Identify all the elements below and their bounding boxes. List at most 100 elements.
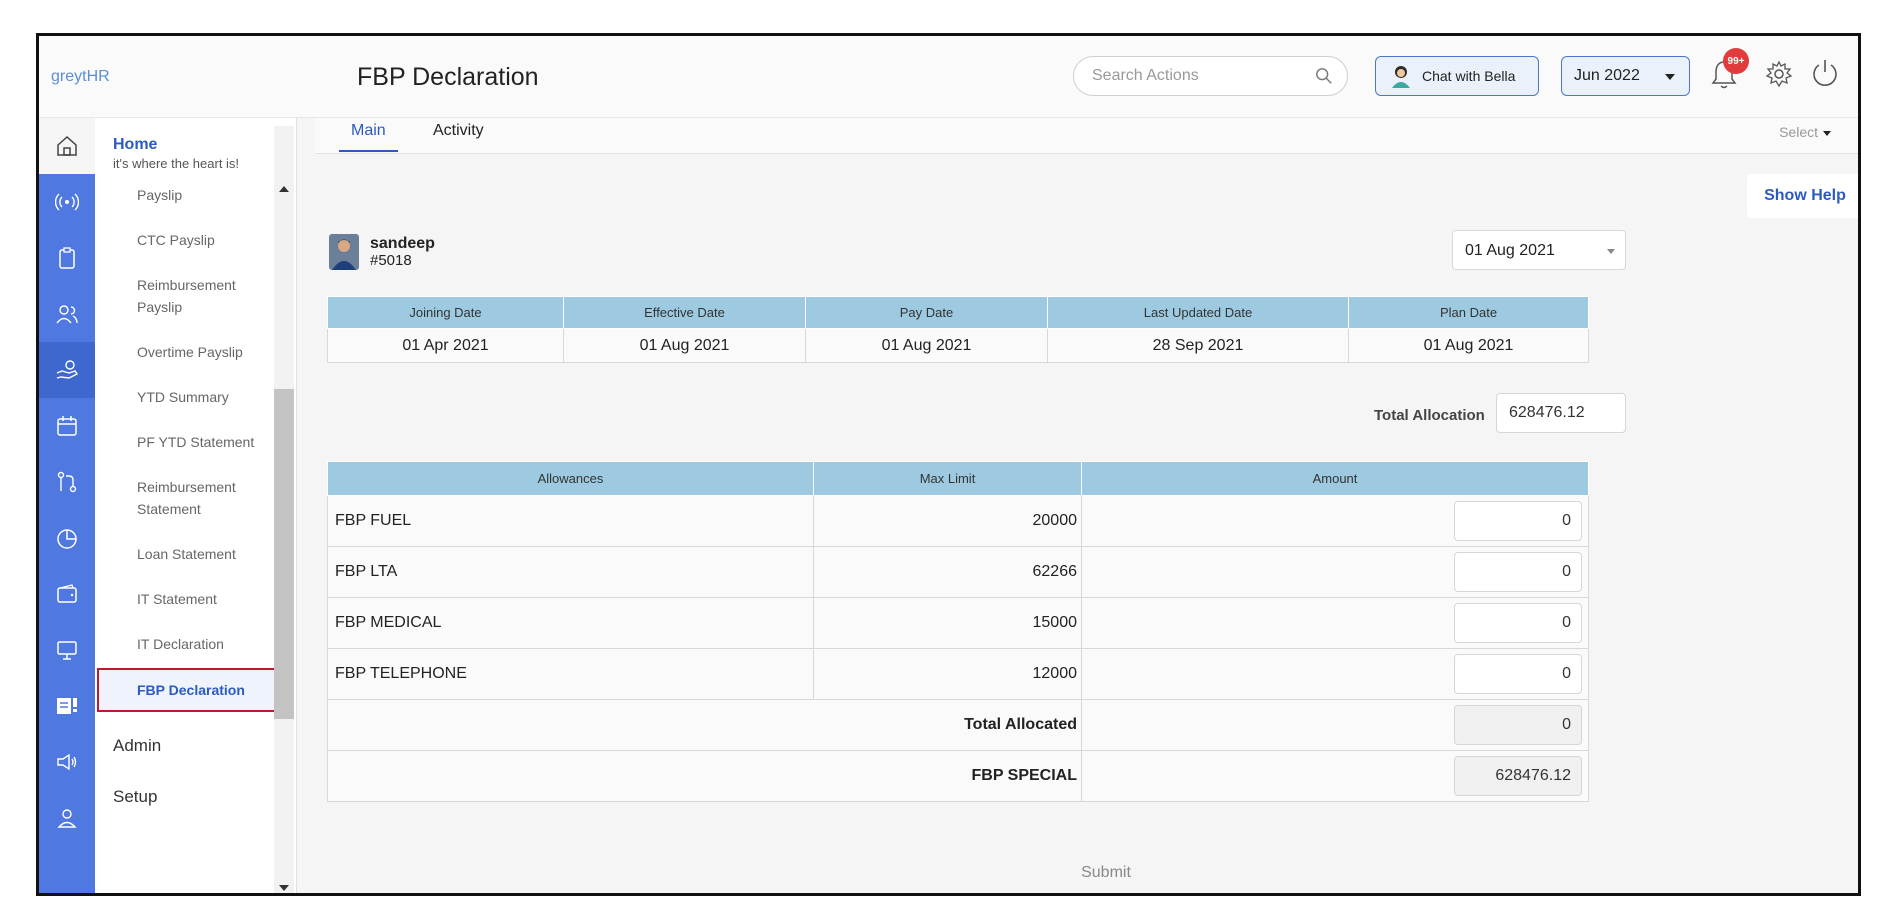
hand-money-icon[interactable] [55, 358, 79, 382]
menu-group-setup[interactable]: Setup › [113, 787, 283, 807]
menu-item-ctc-payslip[interactable]: CTC Payslip [137, 229, 287, 251]
home-subtitle: it's where the heart is! [113, 156, 240, 171]
allowance-name: FBP LTA [327, 546, 814, 598]
icon-rail [39, 118, 95, 893]
allowance-name: FBP TELEPHONE [327, 648, 814, 700]
document-icon[interactable] [55, 694, 79, 718]
total-allocation-field: 628476.12 [1496, 393, 1626, 433]
submit-button[interactable]: Submit [1031, 864, 1181, 882]
bella-avatar-icon [1392, 66, 1410, 88]
menu-item-ytd-summary[interactable]: YTD Summary [137, 386, 287, 408]
tab-activity[interactable]: Activity [421, 122, 496, 150]
pie-chart-icon[interactable] [55, 526, 79, 550]
submenu-scroll-thumb[interactable] [274, 389, 294, 719]
total-allocated-row: Total Allocated 0 [327, 699, 1589, 751]
allowance-max-limit: 15000 [813, 597, 1082, 649]
main-content: Main Activity Select Show Help sandeep #… [315, 118, 1858, 893]
header-effective-date: Effective Date [563, 296, 806, 329]
scroll-down-arrow-icon[interactable] [279, 885, 289, 891]
menu-item-payslip[interactable]: Payslip [137, 184, 287, 206]
home-icon[interactable] [55, 134, 79, 158]
admin-label: Admin [113, 736, 162, 755]
table-row: FBP MEDICAL 15000 0 [327, 597, 1589, 649]
allowance-amount-input[interactable]: 0 [1454, 654, 1582, 694]
allowances-header-row: Allowances Max Limit Amount [327, 461, 1589, 496]
plan-date-value: 01 Aug 2021 [1465, 242, 1555, 259]
header-amount: Amount [1081, 461, 1589, 496]
gear-icon[interactable] [1765, 60, 1793, 88]
allowances-table: Allowances Max Limit Amount FBP FUEL 200… [327, 461, 1589, 802]
dates-header-row: Joining Date Effective Date Pay Date Las… [327, 296, 1589, 329]
fbp-special-cell: 628476.12 [1081, 750, 1589, 802]
menu-item-it-statement[interactable]: IT Statement [137, 588, 287, 610]
allowance-max-limit: 62266 [813, 546, 1082, 598]
menu-item-fbp-declaration[interactable]: FBP Declaration [97, 668, 293, 712]
menu-item-overtime-payslip[interactable]: Overtime Payslip [137, 341, 287, 363]
allowance-amount-input[interactable]: 0 [1454, 501, 1582, 541]
monitor-icon[interactable] [55, 638, 79, 662]
wallet-icon[interactable] [55, 582, 79, 606]
allowance-amount-cell: 0 [1081, 546, 1589, 598]
fbp-special-row: FBP SPECIAL 628476.12 [327, 750, 1589, 802]
profile-icon[interactable] [55, 806, 79, 830]
calendar-icon[interactable] [55, 414, 79, 438]
home-title[interactable]: Home [113, 136, 157, 154]
plan-date-value: 01 Aug 2021 [1348, 328, 1589, 363]
menu-item-it-declaration[interactable]: IT Declaration [137, 633, 287, 655]
allowance-max-limit: 12000 [813, 648, 1082, 700]
table-row: FBP LTA 62266 0 [327, 546, 1589, 598]
caret-down-icon [1607, 249, 1615, 254]
allowance-amount-input[interactable]: 0 [1454, 552, 1582, 592]
menu-item-reimbursement-payslip[interactable]: Reimbursement Payslip [137, 274, 257, 318]
pay-date-value: 01 Aug 2021 [805, 328, 1048, 363]
plan-date-select[interactable]: 01 Aug 2021 [1452, 230, 1626, 270]
megaphone-icon[interactable] [55, 750, 79, 774]
page-title: FBP Declaration [357, 63, 539, 91]
fbp-special-field: 628476.12 [1454, 756, 1582, 796]
broadcast-icon[interactable] [55, 190, 79, 214]
clipboard-icon[interactable] [55, 246, 79, 270]
dates-table: Joining Date Effective Date Pay Date Las… [327, 296, 1589, 363]
menu-item-loan-statement[interactable]: Loan Statement [137, 543, 287, 565]
header-pay-date: Pay Date [805, 296, 1048, 329]
search-icon[interactable] [1315, 67, 1333, 85]
chat-button-label: Chat with Bella [1422, 68, 1516, 84]
workflow-icon[interactable] [55, 470, 79, 494]
employee-avatar [329, 234, 359, 270]
allowance-amount-cell: 0 [1081, 648, 1589, 700]
employee-id: #5018 [370, 252, 412, 269]
dates-value-row: 01 Apr 2021 01 Aug 2021 01 Aug 2021 28 S… [327, 328, 1589, 363]
users-icon[interactable] [55, 302, 79, 326]
sub-menu: Home it's where the heart is! Payslip CT… [95, 118, 297, 893]
month-value: Jun 2022 [1574, 67, 1640, 84]
joining-date-value: 01 Apr 2021 [327, 328, 564, 363]
table-row: FBP FUEL 20000 0 [327, 495, 1589, 547]
total-allocation-label: Total Allocation [1374, 407, 1485, 424]
app-window: greytHR FBP Declaration Chat with Bella … [36, 33, 1861, 896]
tab-main[interactable]: Main [339, 122, 398, 152]
header-allowances: Allowances [327, 461, 814, 496]
header-joining-date: Joining Date [327, 296, 564, 329]
caret-down-icon [1665, 74, 1675, 80]
last-updated-date-value: 28 Sep 2021 [1047, 328, 1349, 363]
search-box[interactable] [1073, 56, 1348, 96]
allowance-max-limit: 20000 [813, 495, 1082, 547]
search-input[interactable] [1092, 65, 1302, 87]
month-select[interactable]: Jun 2022 [1561, 56, 1690, 96]
allowance-amount-input[interactable]: 0 [1454, 603, 1582, 643]
setup-label: Setup [113, 787, 158, 806]
scroll-up-arrow-icon[interactable] [279, 186, 289, 192]
brand-logo[interactable]: greytHR [51, 68, 110, 86]
select-dropdown[interactable]: Select [1779, 124, 1831, 140]
header-plan-date: Plan Date [1348, 296, 1589, 329]
menu-item-reimbursement-statement[interactable]: Reimbursement Statement [137, 476, 257, 520]
total-allocated-label: Total Allocated [327, 699, 1082, 751]
show-help-button[interactable]: Show Help [1747, 174, 1858, 218]
allowance-amount-cell: 0 [1081, 597, 1589, 649]
total-allocated-field: 0 [1454, 705, 1582, 745]
power-icon[interactable] [1810, 58, 1840, 88]
chat-with-bella-button[interactable]: Chat with Bella [1375, 56, 1539, 96]
menu-group-admin[interactable]: Admin › [113, 736, 283, 756]
menu-item-pf-ytd-statement[interactable]: PF YTD Statement [137, 431, 287, 453]
total-allocated-cell: 0 [1081, 699, 1589, 751]
